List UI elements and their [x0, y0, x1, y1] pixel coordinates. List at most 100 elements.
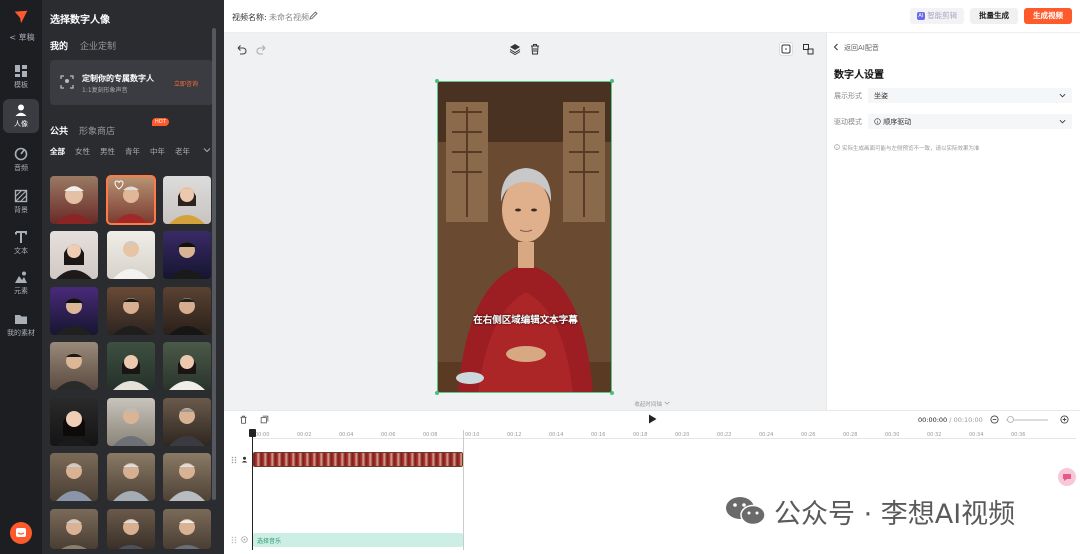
avatar-card[interactable]: [107, 453, 155, 501]
back-to-ai-voice-link[interactable]: 返回AI配音: [844, 43, 879, 53]
filter-all[interactable]: 全部: [50, 146, 65, 157]
video-name-label: 视频名称:: [232, 13, 267, 22]
avatar-card[interactable]: [50, 287, 98, 335]
avatar-card[interactable]: [50, 398, 98, 446]
rail-item-template[interactable]: 模板: [3, 60, 39, 94]
tab-mine[interactable]: 我的: [50, 39, 68, 52]
video-name-value[interactable]: 未命名视频: [269, 12, 309, 23]
filter-youth[interactable]: 青年: [125, 146, 140, 157]
avatar-card[interactable]: [107, 398, 155, 446]
avatar-card[interactable]: [163, 287, 211, 335]
tab-enterprise[interactable]: 企业定制: [80, 39, 116, 52]
edit-pencil-icon[interactable]: [309, 11, 318, 20]
generate-video-button[interactable]: 生成视频: [1024, 8, 1072, 24]
digital-human-track-clip[interactable]: [253, 452, 463, 467]
floating-assistant-button[interactable]: [1058, 468, 1076, 486]
subtitle-text[interactable]: 在右侧区域编辑文本字幕: [438, 312, 611, 326]
help-chat-button[interactable]: [10, 522, 32, 544]
display-mode-value: 坐姿: [874, 92, 888, 100]
resize-handle[interactable]: [435, 391, 439, 395]
rail-item-person[interactable]: 人像: [3, 99, 39, 133]
avatar-card[interactable]: [107, 509, 155, 549]
scan-icon: [60, 75, 74, 89]
play-icon[interactable]: [646, 413, 658, 425]
avatar-card[interactable]: [163, 342, 211, 390]
trash-icon[interactable]: [529, 43, 541, 55]
tab-public[interactable]: 公共: [50, 124, 68, 137]
batch-generate-button[interactable]: 批量生成: [970, 8, 1018, 24]
ruler-tick: 00:02: [297, 432, 312, 438]
avatar-card[interactable]: [107, 342, 155, 390]
back-to-drafts-link[interactable]: < 草稿: [6, 32, 38, 43]
chevron-down-icon: [1059, 93, 1066, 98]
avatar-thumbnail: [169, 463, 205, 501]
rail-item-my-assets[interactable]: 我的素材: [3, 308, 39, 342]
copy-icon[interactable]: [260, 415, 269, 424]
custom-card-title: 定制你的专属数字人: [82, 74, 154, 83]
chevron-down-icon[interactable]: [203, 146, 211, 154]
resize-handle[interactable]: [435, 79, 439, 83]
playback-time: 00:00:00 / 00:10:00: [918, 416, 983, 424]
avatar-card[interactable]: [50, 176, 98, 224]
avatar-card-selected[interactable]: [106, 175, 156, 225]
chevron-left-icon[interactable]: [832, 43, 840, 51]
time-ruler[interactable]: [252, 430, 1076, 439]
avatar-card[interactable]: [107, 287, 155, 335]
avatar-card[interactable]: [107, 231, 155, 279]
avatar-thumbnail: [56, 463, 92, 501]
filter-middle-aged[interactable]: 中年: [150, 146, 165, 157]
person-icon: [15, 104, 27, 116]
filter-male[interactable]: 男性: [100, 146, 115, 157]
tab-avatar-store[interactable]: 形象商店: [79, 124, 115, 137]
ai-edit-label: 智能剪辑: [927, 11, 958, 20]
collapse-timeline-button[interactable]: 收起时间轴: [620, 400, 684, 410]
zoom-out-icon[interactable]: [990, 415, 999, 424]
panel-title: 选择数字人像: [50, 15, 110, 26]
zoom-slider-thumb[interactable]: [1007, 416, 1014, 423]
avatar-card[interactable]: [50, 231, 98, 279]
avatar-card[interactable]: [50, 453, 98, 501]
rail-item-label: 音频: [14, 164, 28, 172]
rail-item-label: 背景: [14, 206, 28, 214]
resize-handle[interactable]: [610, 79, 614, 83]
wechat-logo-icon: [726, 497, 766, 526]
avatar-card[interactable]: [50, 342, 98, 390]
rail-item-background[interactable]: 背景: [3, 185, 39, 219]
drag-handle-icon[interactable]: [231, 456, 237, 464]
rail-item-element[interactable]: 元素: [3, 266, 39, 300]
filter-female[interactable]: 女性: [75, 146, 90, 157]
drag-handle-icon[interactable]: [231, 536, 237, 544]
audio-track-clip[interactable]: 选择音乐: [253, 533, 463, 547]
consult-button[interactable]: 立即咨询: [174, 79, 198, 88]
layers-icon[interactable]: [509, 43, 521, 55]
avatar-card[interactable]: [163, 231, 211, 279]
avatar-card[interactable]: [163, 398, 211, 446]
rail-item-audio[interactable]: 音频: [3, 143, 39, 177]
avatar-thumbnail: [56, 298, 92, 335]
person-track-icon: [241, 456, 248, 463]
trash-icon[interactable]: [239, 415, 248, 424]
resize-handle[interactable]: [610, 391, 614, 395]
avatar-card[interactable]: [163, 453, 211, 501]
ai-edit-button[interactable]: AI 智能剪辑: [910, 8, 964, 24]
playhead-handle[interactable]: [249, 429, 256, 437]
undo-icon[interactable]: [235, 43, 247, 55]
fit-screen-icon[interactable]: [802, 43, 814, 55]
drive-mode-select[interactable]: 顺序驱动: [868, 114, 1072, 129]
zoom-in-icon[interactable]: [1060, 415, 1069, 424]
display-mode-select[interactable]: 坐姿: [868, 88, 1072, 103]
ratio-button[interactable]: [779, 42, 793, 56]
avatar-card[interactable]: [50, 509, 98, 549]
video-preview[interactable]: 在右侧区域编辑文本字幕: [437, 81, 612, 393]
ai-icon: AI: [916, 12, 925, 20]
ruler-tick: 00:00: [255, 432, 270, 438]
rail-item-text[interactable]: 文本: [3, 226, 39, 260]
playhead[interactable]: [252, 430, 253, 550]
redo-icon[interactable]: [256, 43, 268, 55]
avatar-card[interactable]: [163, 176, 211, 224]
avatar-card[interactable]: [163, 509, 211, 549]
filter-elderly[interactable]: 老年: [175, 146, 190, 157]
panel-scrollbar[interactable]: [212, 28, 216, 500]
custom-avatar-card[interactable]: 定制你的专属数字人 1:1复刻形象声音 立即咨询: [50, 60, 213, 105]
ruler-tick: 00:34: [969, 432, 984, 438]
